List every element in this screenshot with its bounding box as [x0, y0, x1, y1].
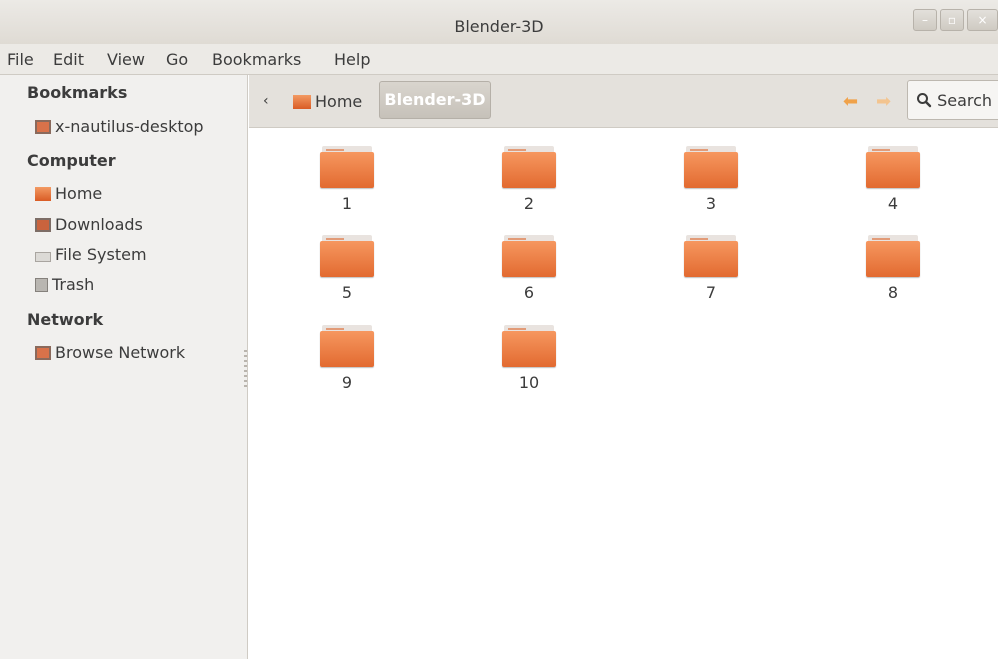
folder-item[interactable]: 8: [863, 235, 923, 302]
sidebar-item-downloads[interactable]: Downloads: [35, 215, 143, 234]
folder-icon: [320, 325, 374, 367]
folder-icon: [502, 325, 556, 367]
sidebar-item-label: x-nautilus-desktop: [55, 117, 204, 136]
sidebar-item-label: File System: [55, 245, 147, 264]
folder-item[interactable]: 9: [317, 325, 377, 392]
forward-arrow-icon[interactable]: ➡: [876, 91, 891, 112]
folder-item[interactable]: 1: [317, 146, 377, 213]
sidebar-item-label: Browse Network: [55, 343, 186, 362]
sidebar-item-browse-network[interactable]: Browse Network: [35, 343, 185, 362]
folder-label: 10: [518, 373, 540, 392]
folder-label: 3: [705, 194, 717, 213]
sidebar-item-label: Trash: [52, 275, 95, 294]
sidebar-item-home[interactable]: Home: [35, 184, 102, 203]
menu-go[interactable]: Go: [166, 50, 188, 69]
folder-item[interactable]: 10: [499, 325, 559, 392]
sidebar-heading-computer: Computer: [27, 151, 116, 170]
window-title: Blender-3D: [454, 17, 544, 36]
folder-item[interactable]: 3: [681, 146, 741, 213]
menu-view[interactable]: View: [107, 50, 145, 69]
folder-icon: [866, 235, 920, 277]
home-folder-icon: [35, 186, 51, 201]
folder-icon: [502, 146, 556, 188]
menu-file[interactable]: File: [7, 50, 34, 69]
folder-label: 1: [341, 194, 353, 213]
sidebar-item-x-nautilus-desktop[interactable]: x-nautilus-desktop: [35, 117, 204, 136]
folder-item[interactable]: 6: [499, 235, 559, 302]
folder-label: 8: [887, 283, 899, 302]
network-icon: [35, 345, 51, 360]
sidebar-heading-bookmarks: Bookmarks: [27, 83, 128, 102]
sidebar-item-label: Downloads: [55, 215, 143, 234]
toolbar: ‹ Home Blender-3D ⬅ ➡ Search: [249, 75, 998, 128]
search-icon: [917, 93, 932, 108]
folder-icon: [502, 235, 556, 277]
search-label: Search: [937, 91, 993, 110]
path-back-button[interactable]: ‹: [263, 93, 269, 109]
home-folder-icon: [293, 94, 311, 109]
folder-label: 2: [523, 194, 535, 213]
minimize-button[interactable]: –: [913, 9, 937, 31]
folder-icon: [684, 235, 738, 277]
folder-item[interactable]: 7: [681, 235, 741, 302]
folder-icon: [320, 146, 374, 188]
file-view[interactable]: 1 2 3 4 5 6 7 8 9 10: [249, 128, 998, 659]
folder-item[interactable]: 5: [317, 235, 377, 302]
menu-bookmarks[interactable]: Bookmarks: [212, 50, 301, 69]
back-arrow-icon[interactable]: ⬅: [843, 91, 858, 112]
folder-icon: [684, 146, 738, 188]
folder-icon: [320, 235, 374, 277]
folder-label: 9: [341, 373, 353, 392]
breadcrumb-home[interactable]: Home: [293, 92, 362, 111]
title-bar: Blender-3D – ▫ ×: [0, 0, 998, 44]
folder-item[interactable]: 2: [499, 146, 559, 213]
sidebar-item-trash[interactable]: Trash: [35, 275, 94, 294]
sidebar-heading-network: Network: [27, 310, 104, 329]
sidebar-item-label: Home: [55, 184, 103, 203]
breadcrumb-current[interactable]: Blender-3D: [379, 81, 491, 119]
folder-label: 5: [341, 283, 353, 302]
drive-icon: [35, 251, 51, 262]
downloads-icon: [35, 217, 51, 232]
desktop-icon: [35, 119, 51, 134]
sidebar: Bookmarks x-nautilus-desktop Computer Ho…: [0, 75, 248, 659]
maximize-button[interactable]: ▫: [940, 9, 964, 31]
folder-item[interactable]: 4: [863, 146, 923, 213]
trash-icon: [35, 277, 48, 292]
close-button[interactable]: ×: [967, 9, 998, 31]
sidebar-item-file-system[interactable]: File System: [35, 245, 147, 264]
search-button[interactable]: Search: [907, 80, 998, 120]
breadcrumb-label: Home: [315, 92, 363, 111]
folder-icon: [866, 146, 920, 188]
folder-label: 7: [705, 283, 717, 302]
menu-edit[interactable]: Edit: [53, 50, 84, 69]
folder-label: 6: [523, 283, 535, 302]
folder-label: 4: [887, 194, 899, 213]
sidebar-resize-handle[interactable]: [244, 350, 247, 390]
menu-help[interactable]: Help: [334, 50, 370, 69]
menu-bar: File Edit View Go Bookmarks Help: [0, 44, 998, 75]
